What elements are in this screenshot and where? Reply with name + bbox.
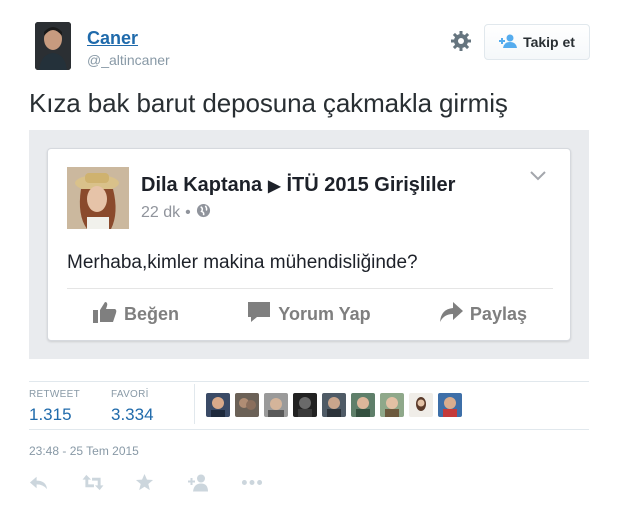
tweet-text: Kıza bak barut deposuna çakmakla girmiş bbox=[29, 88, 508, 118]
divider bbox=[29, 381, 589, 382]
post-title: Dila Kaptana ▶ İTÜ 2015 Girişliler bbox=[141, 174, 455, 197]
post-actions: Beğen Yorum Yap Paylaş bbox=[67, 296, 553, 332]
like-label: Beğen bbox=[124, 303, 180, 324]
like-icon bbox=[93, 301, 117, 328]
add-user-icon bbox=[499, 34, 518, 51]
avatar[interactable] bbox=[438, 393, 462, 417]
favoriter-avatars bbox=[206, 393, 462, 417]
retweet-icon[interactable] bbox=[82, 473, 104, 492]
avatar[interactable] bbox=[351, 393, 375, 417]
retweet-stat-label: RETWEET bbox=[29, 389, 80, 400]
facebook-post-card: Dila Kaptana ▶ İTÜ 2015 Girişliler 22 dk •… bbox=[47, 148, 571, 341]
post-author-avatar bbox=[67, 167, 129, 229]
avatar[interactable] bbox=[206, 393, 230, 417]
tweet-header: Caner @_altincaner Takip et bbox=[29, 22, 590, 74]
follow-label: Takip et bbox=[523, 34, 575, 50]
share-icon bbox=[439, 301, 463, 328]
avatar[interactable] bbox=[409, 393, 433, 417]
avatar[interactable] bbox=[35, 22, 71, 70]
author-name[interactable]: Caner bbox=[87, 28, 138, 49]
reply-icon[interactable] bbox=[29, 473, 48, 492]
share-label: Paylaş bbox=[469, 303, 527, 324]
tweet-media[interactable]: Dila Kaptana ▶ İTÜ 2015 Girişliler 22 dk •… bbox=[29, 130, 589, 359]
favorite-stat-label: FAVORİ bbox=[111, 389, 149, 400]
arrow-right-icon: ▶ bbox=[268, 178, 281, 195]
comment-icon bbox=[247, 301, 271, 328]
author-handle[interactable]: @_altincaner bbox=[87, 52, 170, 68]
favorite-count: 3.334 bbox=[111, 405, 154, 424]
post-group: İTÜ 2015 Girişliler bbox=[286, 174, 456, 196]
divider bbox=[67, 288, 553, 289]
more-icon[interactable] bbox=[241, 473, 263, 492]
share-action: Paylaş bbox=[439, 301, 527, 328]
follow-icon[interactable] bbox=[188, 473, 208, 492]
tweet-actions bbox=[29, 473, 294, 492]
post-time: 22 dk bbox=[141, 204, 181, 221]
avatar[interactable] bbox=[380, 393, 404, 417]
divider bbox=[194, 384, 195, 424]
avatar[interactable] bbox=[264, 393, 288, 417]
tweet-timestamp: 23:48 - 25 Tem 2015 bbox=[29, 444, 139, 458]
favorite-stat[interactable]: FAVORİ 3.334 bbox=[111, 389, 154, 425]
comment-label: Yorum Yap bbox=[278, 303, 371, 324]
meta-separator: • bbox=[185, 204, 191, 221]
retweet-count: 1.315 bbox=[29, 405, 72, 424]
comment-action: Yorum Yap bbox=[247, 301, 371, 328]
gear-icon[interactable] bbox=[449, 29, 473, 53]
globe-icon bbox=[196, 203, 211, 223]
like-action: Beğen bbox=[93, 301, 179, 328]
post-author: Dila Kaptana bbox=[141, 174, 263, 196]
follow-button[interactable]: Takip et bbox=[484, 24, 590, 60]
retweet-stat[interactable]: RETWEET 1.315 bbox=[29, 389, 80, 425]
chevron-down-icon bbox=[530, 169, 546, 181]
post-body: Merhaba,kimler makina mühendisliğinde? bbox=[67, 252, 418, 273]
avatar[interactable] bbox=[235, 393, 259, 417]
avatar[interactable] bbox=[293, 393, 317, 417]
avatar[interactable] bbox=[322, 393, 346, 417]
favorite-icon[interactable] bbox=[135, 473, 154, 492]
divider bbox=[29, 429, 589, 430]
post-meta: 22 dk • bbox=[141, 203, 211, 223]
